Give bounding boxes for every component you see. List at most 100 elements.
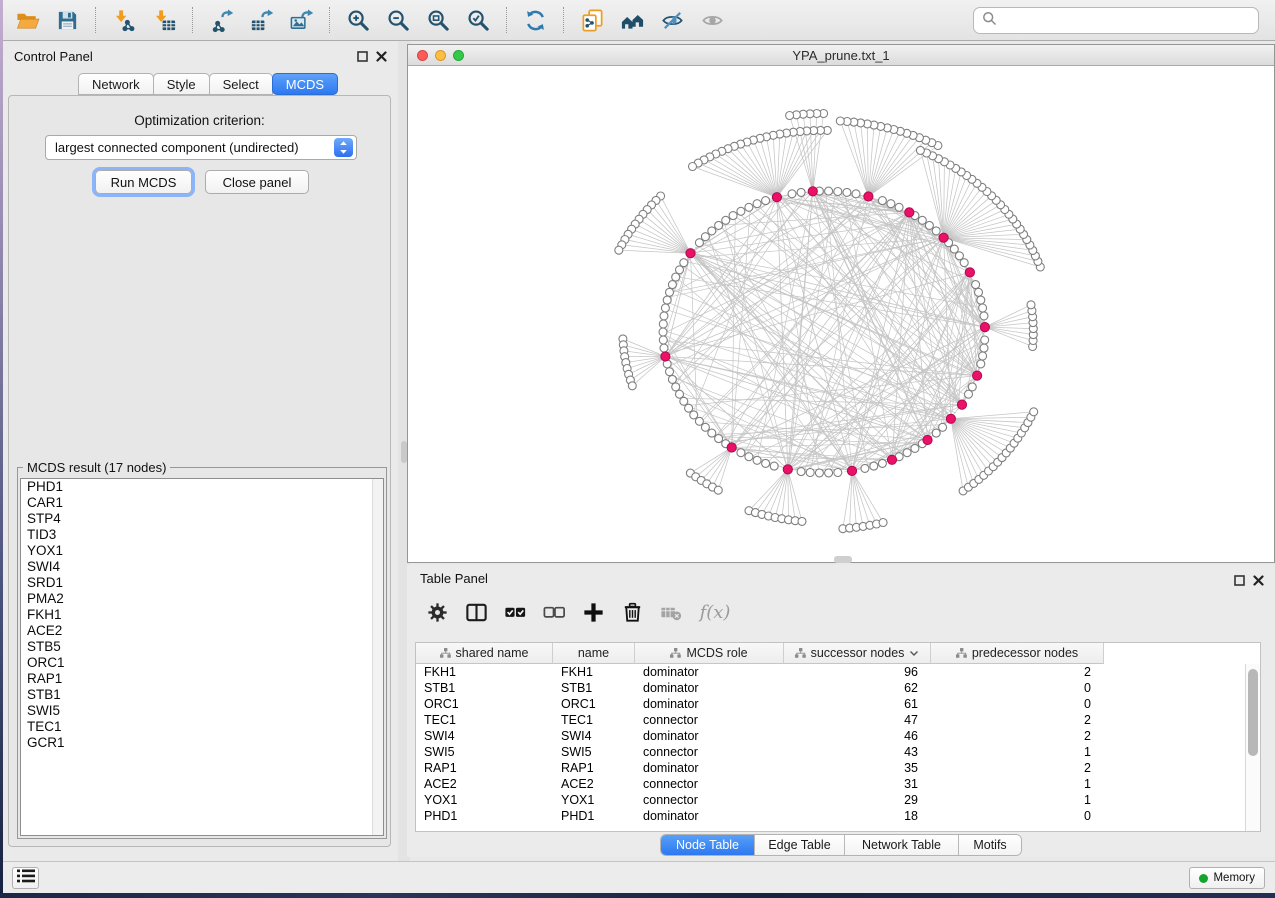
result-list-scrollbar[interactable] xyxy=(372,479,383,835)
column-header-successor-nodes[interactable]: successor nodes xyxy=(784,643,931,664)
network-node[interactable] xyxy=(680,259,688,267)
network-node[interactable] xyxy=(977,296,985,304)
network-window-titlebar[interactable]: YPA_prune.txt_1 xyxy=(408,45,1274,66)
mcds-node[interactable] xyxy=(939,233,948,242)
mcds-node[interactable] xyxy=(727,443,736,452)
mcds-result-item[interactable]: TID3 xyxy=(21,527,383,543)
network-node[interactable] xyxy=(770,462,778,470)
network-node[interactable] xyxy=(737,449,745,457)
network-node[interactable] xyxy=(918,216,926,224)
network-node[interactable] xyxy=(977,360,985,368)
table-row[interactable]: STB1STB1dominator620 xyxy=(416,680,1104,696)
network-node[interactable] xyxy=(879,519,887,527)
first-neighbors-button[interactable] xyxy=(613,3,651,37)
tab-network-table[interactable]: Network Table xyxy=(845,835,959,855)
network-node[interactable] xyxy=(878,197,886,205)
mcds-result-item[interactable]: TEC1 xyxy=(21,719,383,735)
network-node[interactable] xyxy=(708,227,716,235)
search-input[interactable] xyxy=(1003,13,1250,28)
network-node[interactable] xyxy=(745,453,753,461)
network-node[interactable] xyxy=(676,390,684,398)
refresh-view-button[interactable] xyxy=(516,3,554,37)
network-node[interactable] xyxy=(797,188,805,196)
horizontal-splitter-grip[interactable] xyxy=(834,556,852,563)
mcds-node[interactable] xyxy=(957,400,966,409)
mcds-result-item[interactable]: CAR1 xyxy=(21,495,383,511)
tab-edge-table[interactable]: Edge Table xyxy=(755,835,845,855)
zoom-selected-button[interactable] xyxy=(459,3,497,37)
network-node[interactable] xyxy=(972,281,980,289)
tab-network[interactable]: Network xyxy=(78,73,154,95)
table-scrollbar[interactable] xyxy=(1245,664,1260,831)
network-node[interactable] xyxy=(615,246,623,254)
network-node[interactable] xyxy=(672,383,680,391)
mcds-result-item[interactable]: STB5 xyxy=(21,639,383,655)
column-header-name[interactable]: name xyxy=(553,643,635,664)
mcds-node[interactable] xyxy=(686,249,695,258)
network-node[interactable] xyxy=(834,469,842,477)
network-node[interactable] xyxy=(788,190,796,198)
table-row[interactable]: RAP1RAP1dominator352 xyxy=(416,760,1104,776)
deselect-all-rows-button[interactable] xyxy=(539,595,569,629)
network-node[interactable] xyxy=(762,197,770,205)
delete-columns-button[interactable] xyxy=(617,595,647,629)
network-node[interactable] xyxy=(708,429,716,437)
mcds-node[interactable] xyxy=(847,466,856,475)
export-image-button[interactable] xyxy=(282,3,320,37)
network-node[interactable] xyxy=(939,423,947,431)
run-mcds-button[interactable]: Run MCDS xyxy=(95,170,192,194)
network-node[interactable] xyxy=(895,203,903,211)
mcds-result-item[interactable]: YOX1 xyxy=(21,543,383,559)
table-row[interactable]: YOX1YOX1connector291 xyxy=(416,792,1104,808)
network-node[interactable] xyxy=(815,469,823,477)
table-row[interactable]: FKH1FKH1dominator962 xyxy=(416,664,1104,680)
network-node[interactable] xyxy=(825,469,833,477)
network-node[interactable] xyxy=(979,304,987,312)
mcds-result-item[interactable]: PHD1 xyxy=(21,479,383,495)
select-all-rows-button[interactable] xyxy=(500,595,530,629)
network-node[interactable] xyxy=(980,344,988,352)
close-panel-icon[interactable] xyxy=(376,51,387,62)
mcds-result-item[interactable]: FKH1 xyxy=(21,607,383,623)
table-row[interactable]: SWI5SWI5connector431 xyxy=(416,744,1104,760)
network-node[interactable] xyxy=(932,227,940,235)
network-node[interactable] xyxy=(911,444,919,452)
mcds-node[interactable] xyxy=(783,465,792,474)
mcds-result-item[interactable]: PMA2 xyxy=(21,591,383,607)
mcds-node[interactable] xyxy=(808,187,817,196)
network-node[interactable] xyxy=(1030,408,1038,416)
mcds-result-item[interactable]: SRD1 xyxy=(21,575,383,591)
export-network-button[interactable] xyxy=(202,3,240,37)
network-node[interactable] xyxy=(715,435,723,443)
network-node[interactable] xyxy=(762,459,770,467)
memory-button[interactable]: Memory xyxy=(1189,867,1265,889)
network-node[interactable] xyxy=(680,397,688,405)
network-node[interactable] xyxy=(659,320,667,328)
close-panel-icon[interactable] xyxy=(1253,575,1264,586)
mcds-node[interactable] xyxy=(887,455,896,464)
mcds-result-item[interactable]: STB1 xyxy=(21,687,383,703)
float-panel-icon[interactable] xyxy=(357,51,368,62)
table-scrollbar-thumb[interactable] xyxy=(1248,669,1258,756)
mcds-node[interactable] xyxy=(946,414,955,423)
mcds-result-item[interactable]: STP4 xyxy=(21,511,383,527)
close-panel-button[interactable]: Close panel xyxy=(205,170,309,194)
import-table-button[interactable] xyxy=(145,3,183,37)
mcds-result-item[interactable]: GCR1 xyxy=(21,735,383,751)
network-node[interactable] xyxy=(806,469,814,477)
column-header-shared-name[interactable]: shared name xyxy=(416,643,553,664)
network-node[interactable] xyxy=(676,266,684,274)
network-node[interactable] xyxy=(968,383,976,391)
network-node[interactable] xyxy=(660,344,668,352)
network-canvas[interactable] xyxy=(408,66,1274,562)
table-row[interactable]: SWI4SWI4dominator462 xyxy=(416,728,1104,744)
column-header-predecessor-nodes[interactable]: predecessor nodes xyxy=(931,643,1104,664)
tab-node-table[interactable]: Node Table xyxy=(661,835,755,855)
network-node[interactable] xyxy=(737,207,745,215)
mcds-result-item[interactable]: RAP1 xyxy=(21,671,383,687)
network-node[interactable] xyxy=(668,281,676,289)
table-settings-button[interactable] xyxy=(422,595,452,629)
network-node[interactable] xyxy=(690,411,698,419)
tab-mcds[interactable]: MCDS xyxy=(272,73,338,95)
add-column-button[interactable] xyxy=(578,595,608,629)
